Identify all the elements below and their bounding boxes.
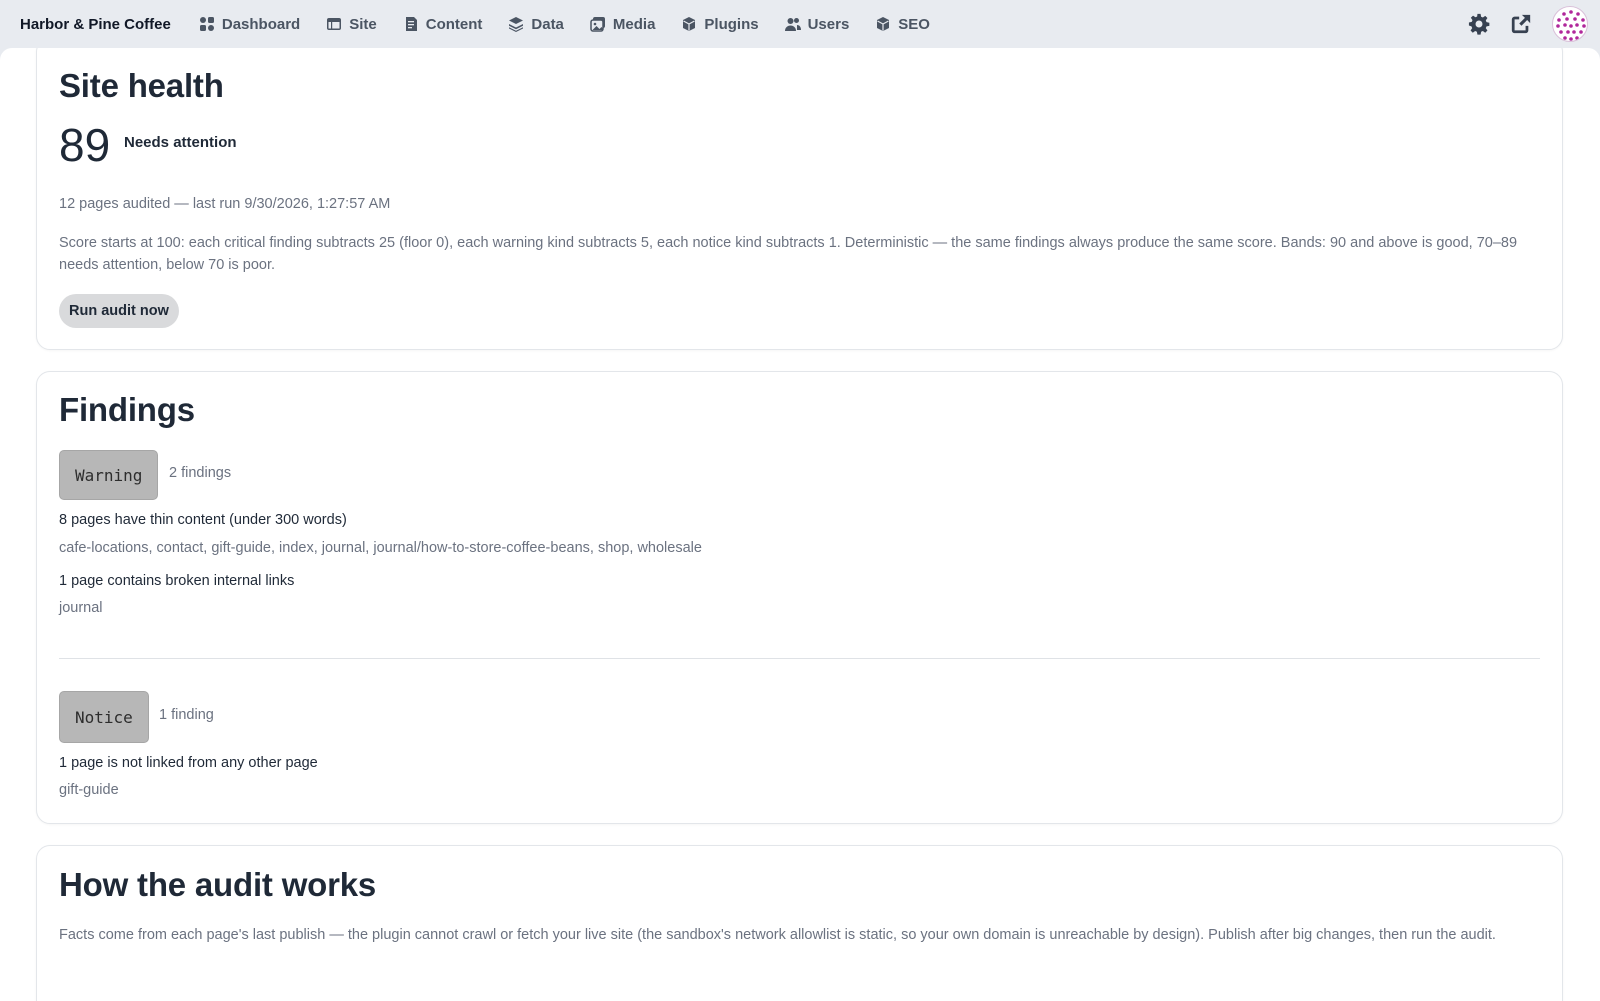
media-icon [590,17,605,32]
how-audit-works-card: How the audit works Facts come from each… [36,845,1563,1001]
nav-item-site[interactable]: Site [326,16,377,33]
brand-name[interactable]: Harbor & Pine Coffee [20,16,171,33]
data-icon [509,17,524,32]
external-link-icon[interactable] [1510,13,1532,35]
nav-label: Data [531,15,564,33]
warning-count: 2 findings [169,465,232,481]
nav-label: Plugins [704,15,759,33]
audit-summary: 12 pages audited — last run 9/30/2026, 1… [59,196,391,212]
site-icon [327,18,342,30]
site-health-title: Site health [59,67,224,104]
nav-item-data[interactable]: Data [508,16,564,33]
finding-title: 8 pages have thin content (under 300 wor… [59,512,347,528]
finding-pages: journal [59,600,103,616]
finding-title: 1 page contains broken internal links [59,573,295,589]
severity-badge-notice: Notice [59,691,149,743]
seo-icon [877,17,890,31]
avatar[interactable] [1552,6,1588,42]
main-nav: Dashboard Site Content Data Media Plugin… [199,16,930,33]
dashboard-icon [199,17,214,31]
main-content: Site health 89 Needs attention 12 pages … [0,48,1600,1001]
nav-item-users[interactable]: Users [784,15,850,33]
notice-count: 1 finding [159,707,214,723]
findings-card: Findings Warning 2 findings 8 pages have… [36,371,1563,824]
finding-pages: cafe-locations, contact, gift-guide, ind… [59,540,702,556]
nav-item-seo[interactable]: SEO [875,16,930,33]
nav-item-dashboard[interactable]: Dashboard [199,16,300,33]
score-explanation: Score starts at 100: each critical findi… [59,235,1518,273]
gear-icon[interactable] [1468,13,1490,35]
how-audit-works-title: How the audit works [59,866,377,903]
severity-badge-warning: Warning [59,450,159,500]
how-audit-works-text: Facts come from each page's last publish… [59,927,1496,943]
nav-label: Users [807,15,850,33]
users-icon [784,18,801,31]
nav-item-media[interactable]: Media [590,15,656,33]
finding-pages: gift-guide [59,782,119,798]
health-band-label: Needs attention [124,134,237,151]
top-navigation-bar: Harbor & Pine Coffee Dashboard Site Cont… [0,0,1600,48]
nav-label: SEO [898,15,930,33]
findings-title: Findings [59,391,195,428]
nav-item-plugins[interactable]: Plugins [681,15,759,33]
nav-label: Site [349,15,377,33]
plugins-icon [683,17,696,31]
nav-label: Content [425,15,483,33]
nav-label: Media [612,15,656,33]
finding-title: 1 page is not linked from any other page [59,755,318,771]
health-score: 89 [59,119,111,171]
top-right-actions [1468,6,1588,42]
run-audit-button[interactable]: Run audit now [59,294,179,328]
nav-label: Dashboard [221,15,301,33]
nav-item-content[interactable]: Content [403,15,483,33]
site-health-card: Site health 89 Needs attention 12 pages … [36,48,1563,350]
content-icon [405,17,417,31]
divider [59,658,1540,659]
